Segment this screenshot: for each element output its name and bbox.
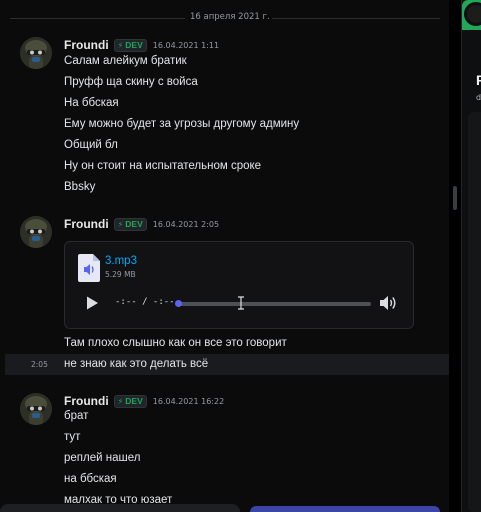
- profile-card: [468, 112, 481, 512]
- role-tag: ⚡ DEV: [113, 38, 147, 52]
- file-size: 5.29 MB: [105, 270, 136, 279]
- play-icon[interactable]: [85, 296, 99, 310]
- user-profile-panel: F d: [461, 0, 481, 512]
- progress-knob[interactable]: [175, 300, 182, 307]
- chat-area: 16 апреля 2021 г. Froundi ⚡ DEV 16.04.202…: [0, 0, 449, 512]
- message-timestamp: 16.04.2021 16:22: [152, 396, 225, 406]
- message-timestamp: 16.04.2021 1:11: [152, 40, 220, 50]
- date-divider: 16 апреля 2021 г.: [0, 10, 440, 26]
- profile-name: F: [476, 72, 481, 88]
- message-line: Салам алейкум братик: [64, 55, 187, 67]
- message-line: на ббская: [64, 473, 117, 485]
- scrollbar-thumb[interactable]: [453, 186, 457, 210]
- audio-attachment: 3.mp3 5.29 MB -:-- / -:--: [64, 241, 414, 329]
- role-tag: ⚡ DEV: [113, 217, 147, 231]
- message-line: Bbsky: [64, 181, 96, 193]
- avatar[interactable]: [20, 216, 52, 248]
- progress-bar[interactable]: [177, 302, 371, 306]
- bolt-icon: ⚡: [117, 40, 124, 50]
- message-header: Froundi ⚡ DEV 16.04.2021 2:05: [64, 216, 219, 232]
- author-name[interactable]: Froundi: [64, 38, 109, 52]
- message-line: реплей нашел: [64, 452, 141, 464]
- bottom-accent-bar[interactable]: [250, 506, 440, 512]
- divider-line: [10, 18, 185, 19]
- avatar[interactable]: [20, 37, 52, 69]
- hover-timestamp: 2:05: [31, 360, 48, 369]
- profile-avatar[interactable]: [464, 2, 481, 26]
- message-line: Пруфф ща скину с войса: [64, 76, 198, 88]
- file-name-link[interactable]: 3.mp3: [105, 255, 137, 267]
- profile-username: d: [476, 93, 481, 102]
- message-line: не знаю как это делать всё: [64, 358, 209, 370]
- message-line: Ему можно будет за угрозы другому админу: [64, 118, 300, 130]
- bolt-icon: ⚡: [117, 219, 124, 229]
- bolt-icon: ⚡: [117, 396, 124, 406]
- author-name[interactable]: Froundi: [64, 394, 109, 408]
- message-header: Froundi ⚡ DEV 16.04.2021 16:22: [64, 393, 224, 409]
- message-line: брат: [64, 410, 89, 422]
- message-line: Там плохо слышно как он все это говорит: [64, 337, 287, 349]
- divider-line: [272, 18, 440, 19]
- message-input-bar[interactable]: [0, 504, 240, 512]
- avatar[interactable]: [20, 393, 52, 425]
- role-tag-label: DEV: [125, 40, 143, 50]
- message-line: тут: [64, 431, 81, 443]
- role-tag-label: DEV: [125, 219, 143, 229]
- date-divider-label: 16 апреля 2021 г.: [190, 12, 270, 22]
- message-line: Общий бл: [64, 139, 118, 151]
- message-line: На ббская: [64, 97, 119, 109]
- scrollbar-track[interactable]: [449, 0, 461, 512]
- author-name[interactable]: Froundi: [64, 217, 109, 231]
- text-cursor-icon: [238, 296, 244, 310]
- time-display: -:-- / -:--: [115, 297, 175, 307]
- role-tag: ⚡ DEV: [113, 394, 147, 408]
- message-timestamp: 16.04.2021 2:05: [152, 219, 220, 229]
- audio-file-icon: [78, 254, 100, 282]
- role-tag-label: DEV: [125, 396, 143, 406]
- message-header: Froundi ⚡ DEV 16.04.2021 1:11: [64, 37, 219, 53]
- message-line: Ну он стоит на испытательном сроке: [64, 160, 262, 172]
- volume-icon[interactable]: [379, 295, 397, 311]
